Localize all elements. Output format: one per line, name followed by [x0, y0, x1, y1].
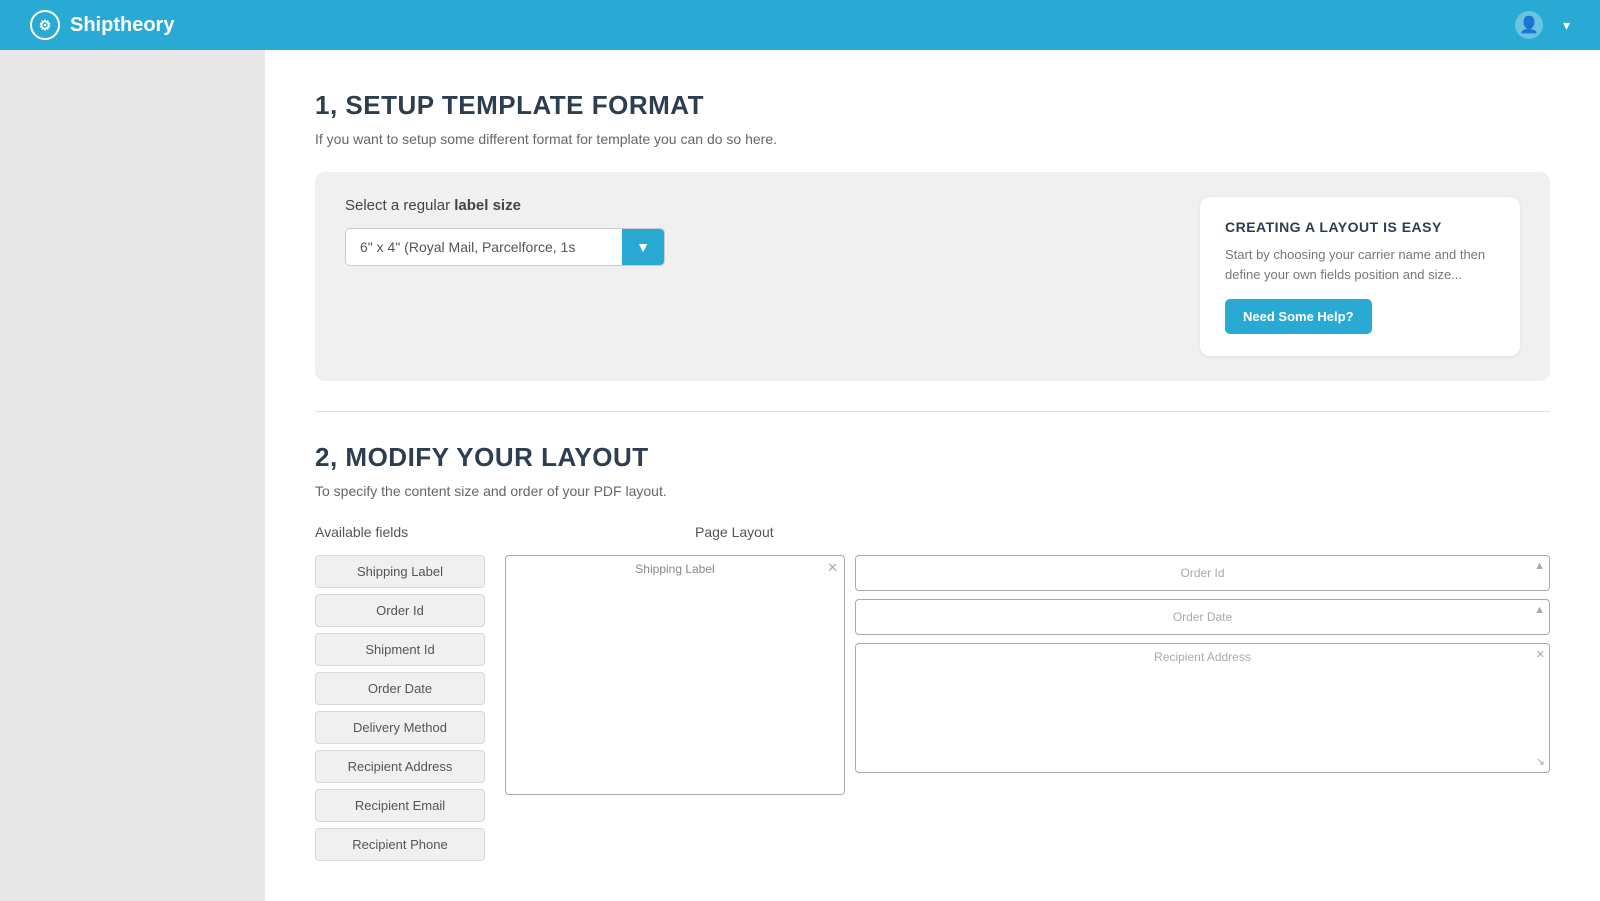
section2-desc: To specify the content size and order of…: [315, 483, 1550, 499]
right-column-boxes: Order Id ▲ Order Date ▲ Recipient Addres…: [855, 555, 1550, 773]
order-id-field-box: Order Id ▲: [855, 555, 1550, 591]
label-format-card: Select a regular label size ▼ CREATING A…: [315, 172, 1550, 381]
field-item-recipient-phone[interactable]: Recipient Phone: [315, 828, 485, 861]
field-item-shipping-label[interactable]: Shipping Label: [315, 555, 485, 588]
brand-icon: ⚙: [30, 10, 60, 40]
columns-header: Available fields Page Layout: [315, 524, 1550, 540]
shipping-label-box: Shipping Label ✕: [505, 555, 845, 795]
brand: ⚙ Shiptheory: [30, 10, 174, 40]
order-id-close-icon[interactable]: ▲: [1534, 560, 1545, 572]
help-card: CREATING A LAYOUT IS EASY Start by choos…: [1200, 197, 1520, 356]
page-layout-area: Shipping Label ✕ Order Id ▲ Order Date ▲: [505, 555, 1550, 795]
help-card-text: Start by choosing your carrier name and …: [1225, 245, 1495, 284]
order-date-field-box: Order Date ▲: [855, 599, 1550, 635]
field-item-order-id[interactable]: Order Id: [315, 594, 485, 627]
section2: 2, MODIFY YOUR LAYOUT To specify the con…: [315, 442, 1550, 861]
section-divider: [315, 411, 1550, 412]
help-card-title: CREATING A LAYOUT IS EASY: [1225, 219, 1495, 235]
field-item-recipient-email[interactable]: Recipient Email: [315, 789, 485, 822]
col-available-label: Available fields: [315, 524, 485, 540]
order-date-field-label: Order Date: [1173, 610, 1232, 624]
label-size-select[interactable]: ▼: [345, 228, 665, 266]
brand-name: Shiptheory: [70, 14, 174, 37]
order-id-field-label: Order Id: [1180, 566, 1224, 580]
header-right: 👤 ▾: [1515, 11, 1570, 39]
section2-title: 2, MODIFY YOUR LAYOUT: [315, 442, 1550, 473]
label-size-title: Select a regular label size: [345, 197, 1140, 214]
label-size-dropdown-btn[interactable]: ▼: [622, 229, 664, 265]
chevron-down-icon[interactable]: ▾: [1563, 17, 1570, 34]
shipping-label-close-icon[interactable]: ✕: [827, 560, 838, 576]
help-button[interactable]: Need Some Help?: [1225, 299, 1372, 334]
page-layout: 1, SETUP TEMPLATE FORMAT If you want to …: [0, 50, 1600, 901]
dropdown-arrow-icon: ▼: [636, 239, 650, 255]
section1-desc: If you want to setup some different form…: [315, 131, 1550, 147]
sidebar: [0, 50, 265, 901]
shipping-label-box-title: Shipping Label: [635, 562, 714, 576]
label-size-input[interactable]: [346, 229, 622, 265]
label-size-bold: label size: [454, 197, 521, 214]
layout-area: Shipping Label Order Id Shipment Id Orde…: [315, 555, 1550, 861]
user-icon[interactable]: 👤: [1515, 11, 1543, 39]
field-item-recipient-address[interactable]: Recipient Address: [315, 750, 485, 783]
field-item-delivery-method[interactable]: Delivery Method: [315, 711, 485, 744]
header: ⚙ Shiptheory 👤 ▾: [0, 0, 1600, 50]
section1-title: 1, SETUP TEMPLATE FORMAT: [315, 90, 1550, 121]
recipient-address-close-icon[interactable]: ✕: [1536, 648, 1545, 661]
main-content: 1, SETUP TEMPLATE FORMAT If you want to …: [265, 50, 1600, 901]
label-size-section: Select a regular label size ▼: [345, 197, 1140, 266]
field-item-order-date[interactable]: Order Date: [315, 672, 485, 705]
recipient-address-field-label: Recipient Address: [1154, 650, 1251, 664]
recipient-address-field-box: Recipient Address ✕: [855, 643, 1550, 773]
available-fields-list: Shipping Label Order Id Shipment Id Orde…: [315, 555, 485, 861]
field-item-shipment-id[interactable]: Shipment Id: [315, 633, 485, 666]
col-page-label: Page Layout: [695, 524, 1550, 540]
recipient-address-resize-icon[interactable]: [1536, 755, 1545, 768]
order-date-close-icon[interactable]: ▲: [1534, 604, 1545, 616]
